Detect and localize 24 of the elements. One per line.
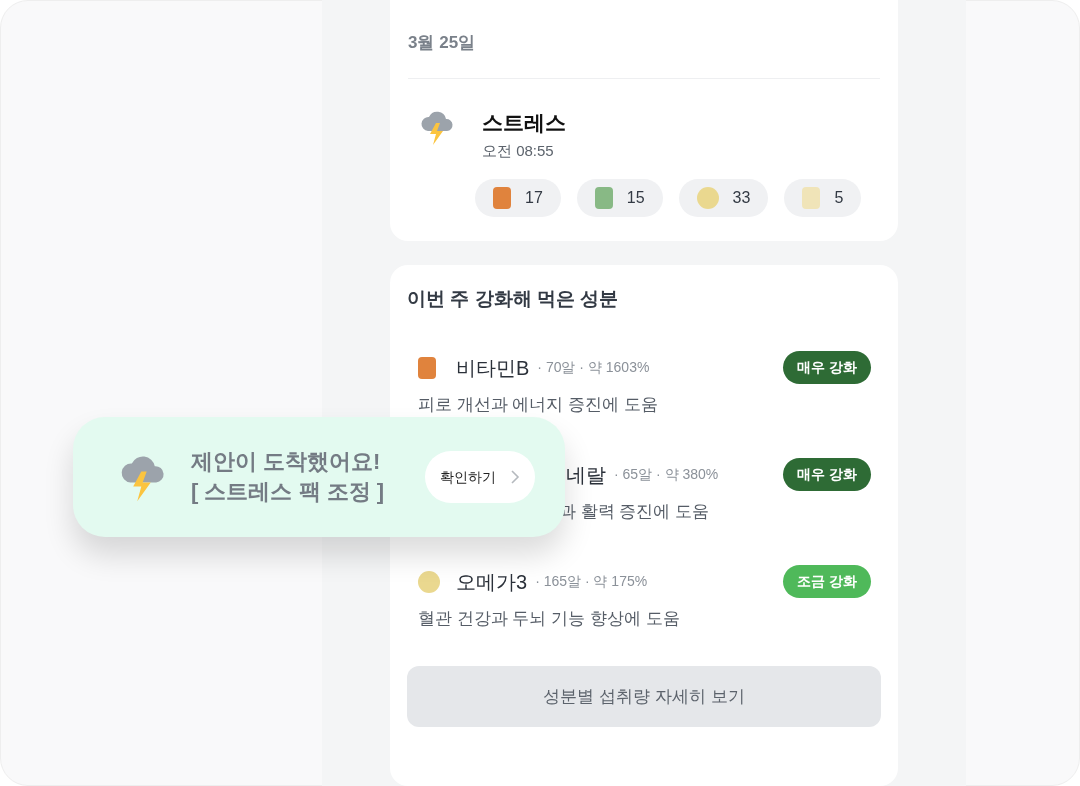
nutrient-name: 네랄 [566, 462, 606, 488]
count-chip: 33 [678, 178, 769, 217]
entry-time: 오전 08:55 [482, 141, 555, 161]
nutrient-amount: · 70알 · 약 1603% [537, 358, 650, 377]
nutrient-amount: · 165알 · 약 175% [535, 572, 648, 591]
toast-title: 제안이 도착했어요! [191, 448, 382, 476]
nutrient-name: 오메가3 [456, 569, 528, 595]
count-chip: 17 [475, 178, 561, 217]
level-badge: 매우 강화 [783, 351, 871, 384]
entry-title: 스트레스 [482, 109, 566, 136]
nutrient-amount: · 65알 · 약 380% [614, 465, 719, 484]
nutrient-description: 피로 개선과 에너지 증진에 도움 [417, 394, 659, 416]
level-badge: 매우 강화 [783, 458, 871, 491]
date-heading: 3월 25일 [408, 33, 476, 52]
toast-subtitle: [ 스트레스 팩 조정 ] [191, 478, 385, 506]
chevron-right-icon [510, 469, 520, 485]
details-button[interactable]: 성분별 섭취량 자세히 보기 [407, 666, 881, 727]
section-title: 이번 주 강화해 먹은 성분 [407, 286, 620, 311]
count-chip: 15 [576, 178, 663, 217]
level-badge: 조금 강화 [783, 565, 871, 598]
nutrient-description: 혈관 건강과 두뇌 기능 향상에 도움 [417, 608, 681, 630]
confirm-button[interactable]: 확인하기 [425, 451, 535, 503]
nutrient-name: 비타민B [456, 355, 530, 381]
count-chip: 5 [784, 178, 862, 217]
